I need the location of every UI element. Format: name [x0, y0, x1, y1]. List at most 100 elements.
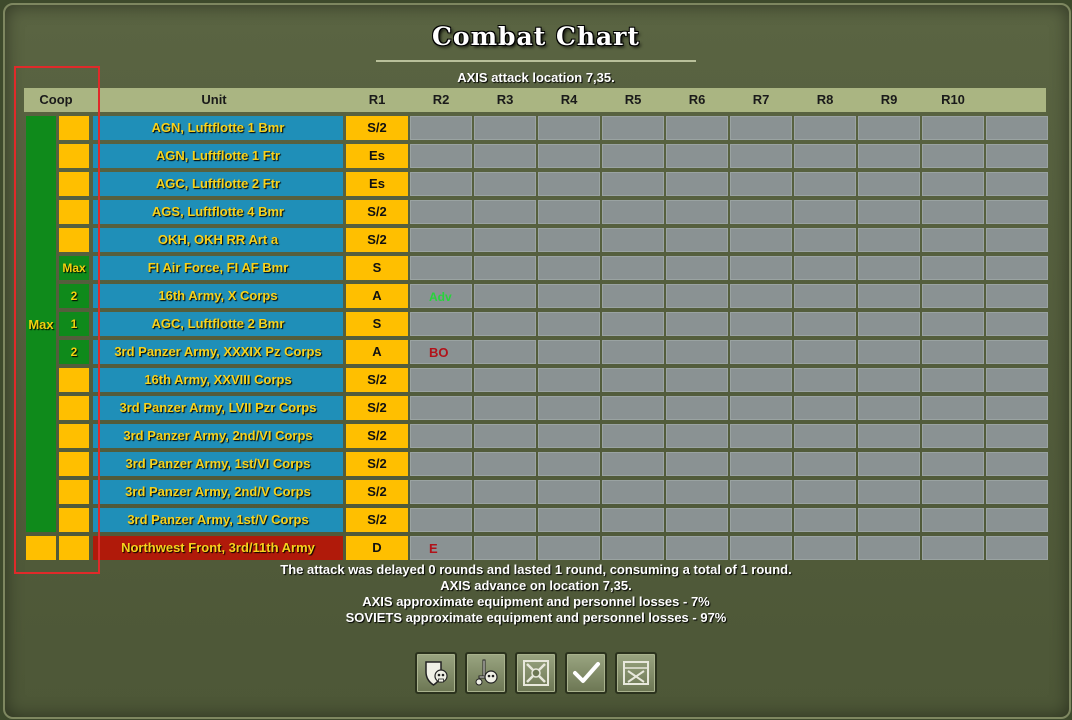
- round-9-result: [858, 480, 920, 504]
- unit-name[interactable]: 3rd Panzer Army, LVII Pzr Corps: [93, 396, 343, 420]
- round-11-result: [986, 340, 1048, 364]
- unit-name[interactable]: AGN, Luftflotte 1 Ftr: [93, 144, 343, 168]
- round-10-result: [922, 340, 984, 364]
- header-round-7: R7: [752, 92, 770, 107]
- round-1-result: S/2: [346, 508, 408, 532]
- round-1-result: S/2: [346, 368, 408, 392]
- round-4-result: [538, 368, 600, 392]
- unit-name[interactable]: FI Air Force, FI AF Bmr: [93, 256, 343, 280]
- round-11-result: [986, 396, 1048, 420]
- round-2-result: [410, 312, 472, 336]
- round-6-result: [666, 228, 728, 252]
- round-1-result: S: [346, 256, 408, 280]
- round-5-result: [602, 312, 664, 336]
- round-6-result: [666, 172, 728, 196]
- unit-name[interactable]: Northwest Front, 3rd/11th Army: [93, 536, 343, 560]
- round-2-result: [410, 144, 472, 168]
- round-8-result: [794, 116, 856, 140]
- round-3-result: [474, 284, 536, 308]
- round-6-result: [666, 312, 728, 336]
- round-6-result: [666, 340, 728, 364]
- round-1-result: S/2: [346, 424, 408, 448]
- round-5-result: [602, 172, 664, 196]
- unit-name[interactable]: 3rd Panzer Army, XXXIX Pz Corps: [93, 340, 343, 364]
- round-2-result: Adv: [410, 284, 472, 308]
- round-5-result: [602, 536, 664, 560]
- round-6-result: [666, 536, 728, 560]
- round-10-result: [922, 452, 984, 476]
- round-10-result: [922, 536, 984, 560]
- round-7-result: [730, 396, 792, 420]
- round-8-result: [794, 172, 856, 196]
- round-2-result: [410, 396, 472, 420]
- round-10-result: [922, 200, 984, 224]
- round-8-result: [794, 508, 856, 532]
- unit-name[interactable]: 3rd Panzer Army, 2nd/V Corps: [93, 480, 343, 504]
- round-10-result: [922, 396, 984, 420]
- round-4-result: [538, 340, 600, 364]
- round-1-result: S: [346, 312, 408, 336]
- round-4-result: [538, 508, 600, 532]
- round-9-result: [858, 508, 920, 532]
- round-2-result: [410, 368, 472, 392]
- unit-name[interactable]: AGN, Luftflotte 1 Bmr: [93, 116, 343, 140]
- round-10-result: [922, 256, 984, 280]
- round-6-result: [666, 284, 728, 308]
- round-1-result: S/2: [346, 480, 408, 504]
- round-8-result: [794, 536, 856, 560]
- round-11-result: [986, 368, 1048, 392]
- crossed-swords-button[interactable]: [515, 652, 557, 694]
- round-9-result: [858, 256, 920, 280]
- summary-delay: The attack was delayed 0 rounds and last…: [280, 562, 792, 577]
- map-button[interactable]: [615, 652, 657, 694]
- round-9-result: [858, 536, 920, 560]
- round-5-result: [602, 228, 664, 252]
- unit-name[interactable]: AGC, Luftflotte 2 Bmr: [93, 312, 343, 336]
- round-11-result: [986, 200, 1048, 224]
- round-1-result: D: [346, 536, 408, 560]
- round-11-result: [986, 144, 1048, 168]
- round-2-result: E: [410, 536, 472, 560]
- sword-skull-button[interactable]: [465, 652, 507, 694]
- confirm-button[interactable]: [565, 652, 607, 694]
- unit-name[interactable]: 3rd Panzer Army, 1st/V Corps: [93, 508, 343, 532]
- unit-name[interactable]: AGC, Luftflotte 2 Ftr: [93, 172, 343, 196]
- round-11-result: [986, 480, 1048, 504]
- round-3-result: [474, 144, 536, 168]
- round-3-result: [474, 396, 536, 420]
- header-round-3: R3: [496, 92, 514, 107]
- round-8-result: [794, 228, 856, 252]
- header-round-1: R1: [368, 92, 386, 107]
- attack-location-label: AXIS attack location 7,35.: [457, 70, 615, 85]
- round-11-result: [986, 312, 1048, 336]
- unit-name[interactable]: OKH, OKH RR Art a: [93, 228, 343, 252]
- round-8-result: [794, 256, 856, 280]
- round-4-result: [538, 536, 600, 560]
- unit-name[interactable]: AGS, Luftflotte 4 Bmr: [93, 200, 343, 224]
- round-7-result: [730, 536, 792, 560]
- round-4-result: [538, 312, 600, 336]
- unit-name[interactable]: 16th Army, X Corps: [93, 284, 343, 308]
- round-5-result: [602, 424, 664, 448]
- unit-name[interactable]: 3rd Panzer Army, 2nd/VI Corps: [93, 424, 343, 448]
- round-10-result: [922, 172, 984, 196]
- shield-skull-button[interactable]: [415, 652, 457, 694]
- round-8-result: [794, 284, 856, 308]
- round-7-result: [730, 424, 792, 448]
- round-5-result: [602, 396, 664, 420]
- unit-name[interactable]: 3rd Panzer Army, 1st/VI Corps: [93, 452, 343, 476]
- round-9-result: [858, 172, 920, 196]
- round-11-result: [986, 284, 1048, 308]
- round-11-result: [986, 536, 1048, 560]
- map-cross-icon: [623, 661, 649, 685]
- round-2-result: [410, 480, 472, 504]
- round-2-result-text: E: [429, 541, 438, 556]
- round-1-result: Es: [346, 144, 408, 168]
- round-9-result: [858, 228, 920, 252]
- round-7-result: [730, 284, 792, 308]
- round-1-result: A: [346, 284, 408, 308]
- round-4-result: [538, 144, 600, 168]
- round-5-result: [602, 452, 664, 476]
- unit-name[interactable]: 16th Army, XXVIII Corps: [93, 368, 343, 392]
- round-5-result: [602, 284, 664, 308]
